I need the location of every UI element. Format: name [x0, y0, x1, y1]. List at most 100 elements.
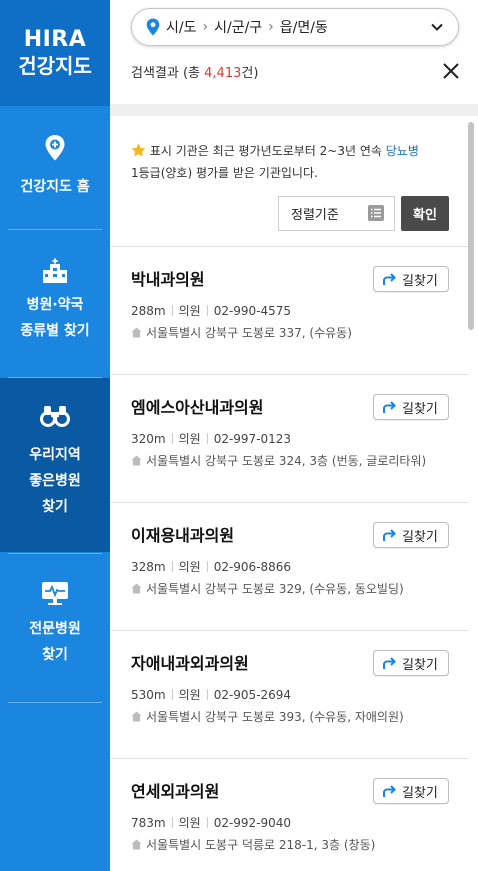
chevron-right-icon: ›	[268, 19, 274, 35]
list-item[interactable]: 연세외과의원 길찾기 783m 의원 02-992-9040 서울특별시 도봉구…	[110, 758, 468, 871]
monitor-heartbeat-icon	[42, 582, 68, 605]
hospital-meta: 783m 의원 02-992-9040	[131, 814, 291, 831]
distance: 320m	[131, 431, 166, 446]
region-sigungu[interactable]: 시/군/구	[214, 17, 262, 37]
sidebar-divider	[8, 229, 102, 230]
phone: 02-997-0123	[213, 431, 292, 446]
result-count: 검색결과 (총 4,413건)	[131, 62, 258, 81]
turn-right-arrow-icon	[383, 784, 396, 797]
sidebar-item-good-hospital[interactable]: 우리지역 좋은병원 찾기	[0, 378, 110, 552]
sidebar-divider	[8, 553, 102, 554]
scrollbar[interactable]	[468, 122, 474, 330]
sidebar-item-type-search[interactable]: 병원·약국 종류별 찾기	[0, 258, 110, 344]
directions-label: 길찾기	[402, 273, 438, 289]
notice-highlight: 당뇨병	[385, 144, 419, 158]
sidebar-item-label: 좋은병원	[29, 473, 81, 489]
brand-line2: 건강지도	[18, 54, 92, 78]
address-text: 서울특별시 강북구 도봉로 329, (수유동, 동오빌딩)	[146, 582, 404, 596]
directions-label: 길찾기	[402, 785, 438, 801]
home-icon	[131, 327, 142, 338]
distance: 288m	[131, 303, 166, 318]
directions-label: 길찾기	[402, 657, 438, 673]
home-icon	[131, 839, 142, 850]
hospital-name[interactable]: 박내과의원	[131, 266, 205, 290]
turn-right-arrow-icon	[383, 528, 396, 541]
hospital-type: 의원	[178, 688, 201, 702]
sidebar-item-label: 찾기	[42, 499, 68, 515]
notice-text: 표시 기관은 최근 평가년도로부터 2~3년 연속 당뇨병 1등급(양호) 평가…	[131, 140, 461, 184]
hospital-address: 서울특별시 강북구 도봉로 324, 3층 (번동, 글로리타워)	[131, 452, 426, 469]
phone: 02-905-2694	[213, 687, 292, 702]
list-item[interactable]: 엠에스아산내과의원 길찾기 320m 의원 02-997-0123 서울특별시 …	[110, 374, 468, 502]
phone: 02-990-4575	[213, 303, 292, 318]
region-selector[interactable]: 시/도 › 시/군/구 › 읍/면/동	[131, 8, 459, 46]
directions-button[interactable]: 길찾기	[373, 266, 449, 292]
brand-logo[interactable]: HIRA 건강지도	[0, 0, 110, 106]
hospital-building-icon	[43, 258, 67, 283]
hospital-name[interactable]: 엠에스아산내과의원	[131, 394, 263, 418]
address-text: 서울특별시 강북구 도봉로 393, (수유동, 자애의원)	[146, 710, 404, 724]
turn-right-arrow-icon	[383, 656, 396, 669]
home-icon	[131, 455, 142, 466]
divider-band	[110, 104, 478, 116]
phone: 02-906-8866	[213, 559, 292, 574]
turn-right-arrow-icon	[383, 400, 396, 413]
list-item[interactable]: 박내과의원 길찾기 288m 의원 02-990-4575 서울특별시 강북구 …	[110, 246, 468, 374]
chevron-down-icon[interactable]	[430, 20, 444, 34]
sidebar-item-label: 건강지도 홈	[20, 179, 90, 195]
brand-line1: HIRA	[23, 27, 87, 52]
result-prefix: 검색결과 (총	[131, 66, 205, 81]
sort-select[interactable]: 정렬기준	[278, 196, 395, 231]
hospital-type: 의원	[178, 304, 201, 318]
notice-part1: 표시 기관은 최근 평가년도로부터 2~3년 연속	[149, 144, 386, 158]
directions-button[interactable]: 길찾기	[373, 394, 449, 420]
binoculars-icon	[40, 406, 70, 427]
hospital-name[interactable]: 연세외과의원	[131, 778, 219, 802]
result-suffix: 건)	[241, 66, 259, 81]
close-icon[interactable]	[440, 60, 462, 82]
sidebar: HIRA 건강지도 건강지도 홈 병원·약국 종류별 찾기 우리지역 좋은병원 …	[0, 0, 110, 871]
turn-right-arrow-icon	[383, 272, 396, 285]
phone: 02-992-9040	[213, 815, 292, 830]
sidebar-item-label: 찾기	[42, 647, 68, 663]
hospital-meta: 328m 의원 02-906-8866	[131, 558, 291, 575]
hospital-address: 서울특별시 강북구 도봉로 329, (수유동, 동오빌딩)	[131, 580, 404, 597]
hospital-address: 서울특별시 강북구 도봉로 393, (수유동, 자애의원)	[131, 708, 404, 725]
directions-button[interactable]: 길찾기	[373, 778, 449, 804]
confirm-button[interactable]: 확인	[401, 196, 449, 231]
result-number: 4,413	[204, 66, 242, 81]
sidebar-item-label: 우리지역	[29, 447, 81, 463]
location-pin-icon	[146, 18, 160, 36]
distance: 530m	[131, 687, 166, 702]
map-pin-plus-icon	[45, 135, 65, 161]
chevron-right-icon: ›	[202, 19, 209, 35]
sidebar-item-specialty[interactable]: 전문병원 찾기	[0, 580, 110, 668]
hospital-meta: 288m 의원 02-990-4575	[131, 302, 291, 319]
directions-button[interactable]: 길찾기	[373, 650, 449, 676]
sidebar-item-label: 병원·약국	[26, 297, 84, 313]
directions-label: 길찾기	[402, 529, 438, 545]
home-icon	[131, 583, 142, 594]
directions-label: 길찾기	[402, 401, 438, 417]
sidebar-item-label: 전문병원	[29, 621, 81, 637]
region-dong[interactable]: 읍/면/동	[280, 17, 328, 37]
directions-button[interactable]: 길찾기	[373, 522, 449, 548]
list-item[interactable]: 자애내과외과의원 길찾기 530m 의원 02-905-2694 서울특별시 강…	[110, 630, 468, 758]
hospital-meta: 320m 의원 02-997-0123	[131, 430, 291, 447]
sidebar-item-home[interactable]: 건강지도 홈	[0, 134, 110, 200]
list-icon	[368, 205, 384, 221]
hospital-type: 의원	[178, 432, 201, 446]
address-text: 서울특별시 도봉구 덕릉로 218-1, 3층 (창동)	[146, 838, 376, 852]
star-icon	[131, 143, 146, 157]
sidebar-divider	[8, 702, 102, 703]
hospital-meta: 530m 의원 02-905-2694	[131, 686, 291, 703]
hospital-name[interactable]: 이재용내과의원	[131, 522, 234, 546]
list-item[interactable]: 이재용내과의원 길찾기 328m 의원 02-906-8866 서울특별시 강북…	[110, 502, 468, 630]
hospital-name[interactable]: 자애내과외과의원	[131, 650, 249, 674]
hospital-address: 서울특별시 도봉구 덕릉로 218-1, 3층 (창동)	[131, 836, 375, 853]
region-sido[interactable]: 시/도	[166, 17, 196, 37]
distance: 783m	[131, 815, 166, 830]
sidebar-item-label: 종류별 찾기	[20, 323, 90, 339]
hospital-type: 의원	[178, 560, 201, 574]
hospital-type: 의원	[178, 816, 201, 830]
